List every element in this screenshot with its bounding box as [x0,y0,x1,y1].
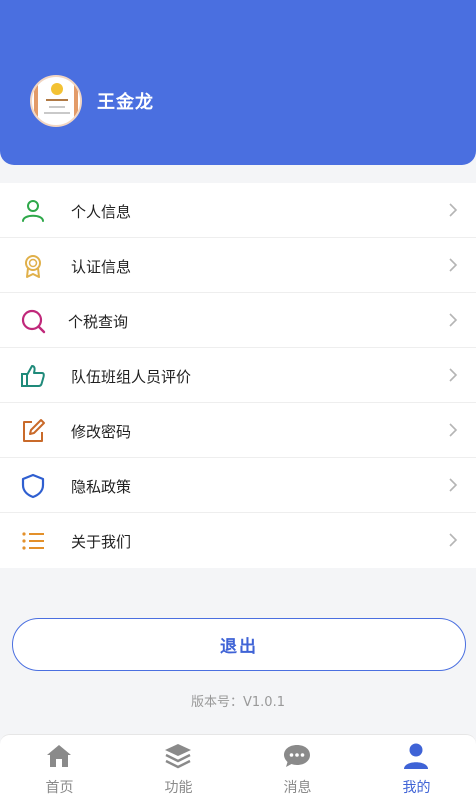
menu-item-certification[interactable]: 认证信息 [0,238,476,293]
username: 王金龙 [97,92,154,113]
menu-item-label: 关于我们 [71,533,132,551]
certificate-icon [25,255,41,278]
bottom-tab-bar: 首页 功能 消息 我的 [0,734,476,799]
menu-item-team-evaluation[interactable]: 队伍班组人员评价 [0,348,476,403]
chevron-right-icon [449,368,458,382]
tab-functions[interactable]: 功能 [119,735,238,799]
logout-button[interactable]: 退出 [12,618,466,671]
menu-item-privacy-policy[interactable]: 隐私政策 [0,458,476,513]
menu-item-personal-info[interactable]: 个人信息 [0,183,476,238]
tab-label: 功能 [164,780,193,796]
shield-icon [21,473,45,499]
version-text: 版本号：V1.0.1 [191,695,285,710]
tab-label: 消息 [283,780,312,796]
chat-icon [284,745,310,767]
avatar[interactable] [30,75,82,127]
chevron-right-icon [449,203,458,217]
user-icon [404,743,428,769]
menu-item-label: 认证信息 [71,258,132,276]
tab-home[interactable]: 首页 [0,735,119,799]
chevron-right-icon [449,423,458,437]
menu-item-about-us[interactable]: 关于我们 [0,513,476,568]
edit-icon [23,419,45,442]
menu-item-label: 个人信息 [71,203,132,221]
chevron-right-icon [449,533,458,547]
menu-item-label: 队伍班组人员评价 [71,368,192,386]
search-icon [21,309,46,334]
menu-item-tax-query[interactable]: 个税查询 [0,293,476,348]
profile-header: 王金龙 [0,0,476,165]
chevron-right-icon [449,313,458,327]
tab-mine[interactable]: 我的 [357,735,476,799]
thumbs-up-icon [21,365,45,387]
list-icon [22,532,44,550]
menu-item-label: 个税查询 [68,313,129,331]
layers-icon [165,744,191,769]
settings-menu: 个人信息 认证信息 个税查询 队伍班组人员评价 修改密码 隐私政策 关于我们 [0,183,476,568]
menu-item-label: 修改密码 [71,423,132,441]
tab-label: 首页 [45,780,74,796]
chevron-right-icon [449,478,458,492]
home-icon [47,745,71,767]
person-icon [22,200,44,222]
menu-item-change-password[interactable]: 修改密码 [0,403,476,458]
tab-messages[interactable]: 消息 [238,735,357,799]
chevron-right-icon [449,258,458,272]
tab-label: 我的 [402,780,431,796]
menu-item-label: 隐私政策 [71,478,132,496]
